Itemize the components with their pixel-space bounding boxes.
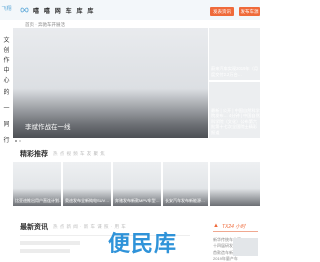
watermark-logo: 便民库	[108, 231, 178, 256]
side-news-caption: 蔚来汽车实现2019年（月度交付2.2万台…	[211, 66, 259, 77]
featured-card-partial[interactable]	[210, 162, 260, 206]
left-strip-char: 的	[3, 90, 10, 96]
left-strip-char: 作	[3, 58, 10, 64]
carousel-dot[interactable]	[15, 140, 17, 142]
featured-card-caption: 奔驰发布新款MPV车型…	[115, 198, 160, 203]
left-strip-char: 一	[3, 106, 10, 112]
post-car-button[interactable]: 发布车源	[239, 7, 260, 16]
carousel-dot[interactable]	[19, 140, 21, 142]
left-strip-char: 文	[3, 38, 10, 44]
hot-24h-underline	[213, 231, 258, 232]
featured-card-caption: 奥迪发布全新纯电SUV…	[65, 198, 110, 203]
left-strip-char: 行	[3, 138, 10, 144]
featured-card[interactable]: 奔驰发布新款MPV车型…	[113, 162, 161, 206]
featured-card[interactable]: 比亚迪推出用户直连计划…	[13, 162, 61, 206]
site-brand[interactable]: 嘻 嘻 网 车 库 库	[33, 6, 95, 15]
featured-tabs[interactable]: 热 点 视 频 车 友 聚 焦	[53, 151, 105, 157]
left-strip-char: 同	[3, 122, 10, 128]
news-item-placeholder[interactable]	[20, 241, 80, 245]
featured-title: 精彩推荐	[20, 151, 48, 158]
news-title: 最新资讯	[20, 224, 48, 231]
hot-24h-title[interactable]: TX24 小时	[222, 223, 245, 230]
infinity-logo-icon[interactable]	[20, 7, 29, 13]
fire-icon: ▲	[213, 223, 219, 229]
post-news-button[interactable]: 发表资讯	[210, 7, 234, 16]
featured-card[interactable]: 长安汽车发布新能源…	[163, 162, 208, 206]
hot-24h-thumb[interactable]	[233, 238, 258, 256]
featured-card-caption: 比亚迪推出用户直连计划…	[15, 198, 61, 203]
news-item-placeholder[interactable]	[20, 249, 70, 253]
hero-caption[interactable]: 李斌作战在一线	[25, 121, 71, 131]
side-news-thumb-2[interactable]: 最新 | 公开 | 中国自然科学院发布… 4分钟 | 中国自然科学院（文化）公布…	[209, 82, 260, 138]
featured-card[interactable]: 奥迪发布全新纯电SUV…	[63, 162, 111, 206]
featured-card-caption: 长安汽车发布新能源…	[165, 198, 205, 203]
left-strip-char: 中	[3, 68, 10, 74]
side-news-caption: 最新 | 公开 | 中国自然科学院发布… 4分钟 | 中国自然科学院（文化）公布…	[211, 107, 260, 135]
left-strip-char: 创	[3, 48, 10, 54]
left-strip-top-text: 飞翔	[1, 6, 12, 12]
left-strip-char: 心	[3, 78, 10, 84]
side-news-thumb-1[interactable]: 蔚来汽车实现2019年（月度交付2.2万台…	[209, 28, 260, 80]
